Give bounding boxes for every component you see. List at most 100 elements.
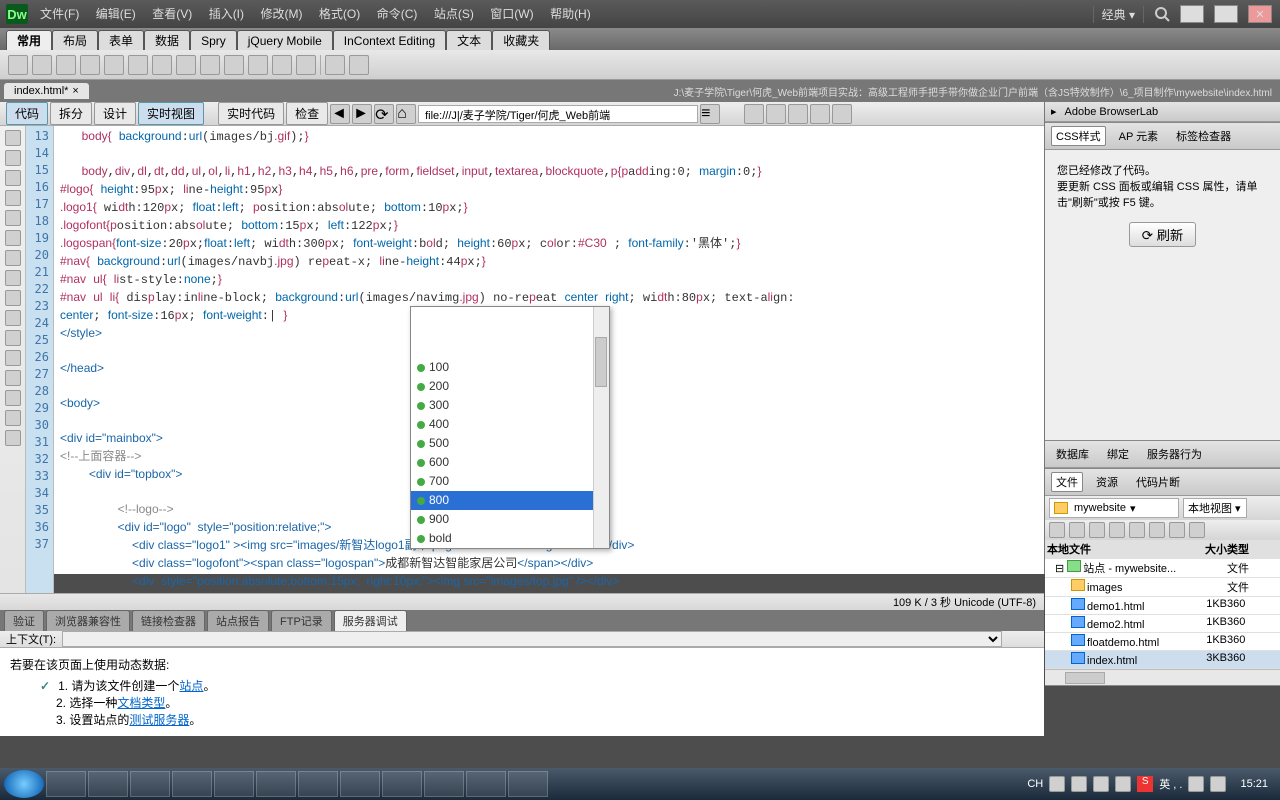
move-css-icon[interactable]	[5, 370, 21, 386]
highlight-icon[interactable]	[5, 250, 21, 266]
tray-icon-2[interactable]	[1071, 776, 1087, 792]
insert-tab-layout[interactable]: 布局	[52, 30, 98, 50]
tab-close-icon[interactable]: ×	[72, 85, 78, 97]
task-ps[interactable]	[466, 771, 506, 797]
file-tree-row[interactable]: ⊟ 站点 - mywebsite...文件	[1045, 559, 1280, 578]
syntax-error-icon[interactable]	[5, 270, 21, 286]
menu-help[interactable]: 帮助(H)	[544, 7, 597, 21]
select-parent-icon[interactable]	[5, 190, 21, 206]
task-browser[interactable]	[88, 771, 128, 797]
insert-tab-jqm[interactable]: jQuery Mobile	[237, 30, 333, 50]
tab-snippets[interactable]: 代码片断	[1131, 472, 1185, 492]
task-other3[interactable]	[382, 771, 422, 797]
tab-files[interactable]: 文件	[1051, 472, 1083, 492]
tab-validate[interactable]: 验证	[4, 610, 44, 631]
task-ppt[interactable]	[298, 771, 338, 797]
document-tab[interactable]: index.html*×	[4, 83, 89, 99]
site-selector[interactable]: mywebsite ▾	[1049, 498, 1179, 518]
comment-icon[interactable]	[248, 55, 268, 75]
menu-file[interactable]: 文件(F)	[34, 7, 85, 21]
insert-tab-spry[interactable]: Spry	[190, 30, 237, 50]
menu-modify[interactable]: 修改(M)	[254, 7, 308, 21]
table-icon[interactable]	[80, 55, 100, 75]
insert-tab-text[interactable]: 文本	[446, 30, 492, 50]
file-tree[interactable]: 本地文件大小类型 ⊟ 站点 - mywebsite...文件 images文件 …	[1045, 540, 1280, 669]
autocomplete-option[interactable]: 600	[411, 453, 609, 472]
tab-site-reports[interactable]: 站点报告	[207, 610, 269, 631]
ssi-icon[interactable]	[224, 55, 244, 75]
date-icon[interactable]	[200, 55, 220, 75]
tray-volume-icon[interactable]	[1188, 776, 1204, 792]
file-mgmt-icon[interactable]	[744, 104, 764, 124]
format-source-icon[interactable]	[5, 430, 21, 446]
connect-icon[interactable]	[1049, 522, 1065, 538]
insert-tab-fav[interactable]: 收藏夹	[492, 30, 550, 50]
site-link[interactable]: 站点	[179, 679, 203, 693]
maximize-button[interactable]: ▭	[1214, 5, 1238, 23]
tray-network-icon[interactable]	[1210, 776, 1226, 792]
insert-tab-ice[interactable]: InContext Editing	[333, 30, 446, 50]
scrollbar[interactable]	[593, 307, 609, 548]
tab-bindings[interactable]: 绑定	[1102, 444, 1134, 464]
ime-extras[interactable]: 英 , .	[1159, 776, 1182, 792]
recent-snippet-icon[interactable]	[5, 350, 21, 366]
live-code-button[interactable]: 实时代码	[218, 102, 284, 125]
preview-icon[interactable]	[766, 104, 786, 124]
checkin-icon[interactable]	[1149, 522, 1165, 538]
check-browser-icon[interactable]	[810, 104, 830, 124]
task-other2[interactable]	[340, 771, 380, 797]
put-icon[interactable]	[1109, 522, 1125, 538]
autocomplete-popup[interactable]: 100200300400500600700800900bold	[410, 306, 610, 549]
tray-icon-1[interactable]	[1049, 776, 1065, 792]
autocomplete-option[interactable]: 500	[411, 434, 609, 453]
task-other1[interactable]	[214, 771, 254, 797]
div-icon[interactable]	[104, 55, 124, 75]
check-button[interactable]: 检查	[286, 102, 328, 125]
tab-ap-elements[interactable]: AP 元素	[1114, 126, 1164, 146]
tab-database[interactable]: 数据库	[1051, 444, 1094, 464]
back-icon[interactable]: ◄	[330, 104, 350, 124]
minimize-button[interactable]: —	[1180, 5, 1204, 23]
testserver-link[interactable]: 测试服务器	[129, 713, 189, 727]
tab-browser-compat[interactable]: 浏览器兼容性	[46, 610, 130, 631]
apply-comment-icon[interactable]	[5, 290, 21, 306]
context-select[interactable]	[62, 631, 1002, 647]
task-dreamweaver[interactable]	[130, 771, 170, 797]
insert-tab-data[interactable]: 数据	[144, 30, 190, 50]
forward-icon[interactable]: ►	[352, 104, 372, 124]
task-other5[interactable]	[508, 771, 548, 797]
tab-server-behaviors[interactable]: 服务器行为	[1142, 444, 1207, 464]
autocomplete-option[interactable]: 400	[411, 415, 609, 434]
home-icon[interactable]: ⌂	[396, 104, 416, 124]
files-hscroll[interactable]	[1045, 669, 1280, 685]
tag-chooser-icon[interactable]	[349, 55, 369, 75]
email-link-icon[interactable]	[32, 55, 52, 75]
wrap-tag-icon[interactable]	[5, 330, 21, 346]
task-qq[interactable]	[256, 771, 296, 797]
autocomplete-option[interactable]: bold	[411, 529, 609, 548]
layout-selector[interactable]: 经典 ▾	[1093, 6, 1144, 23]
tab-ftp-log[interactable]: FTP记录	[271, 610, 332, 631]
indent-icon[interactable]	[5, 390, 21, 406]
get-icon[interactable]	[1089, 522, 1105, 538]
file-tree-row[interactable]: floatdemo.html1KB360	[1045, 633, 1280, 651]
tray-sogou-icon[interactable]: S	[1137, 776, 1153, 792]
search-icon[interactable]	[1154, 6, 1170, 22]
insert-tab-common[interactable]: 常用	[6, 30, 52, 50]
menu-site[interactable]: 站点(S)	[428, 7, 480, 21]
start-button[interactable]	[4, 770, 44, 798]
code-editor[interactable]: body{ background:url(images/bj.gif);} bo…	[54, 126, 1044, 593]
doctype-link[interactable]: 文档类型	[117, 696, 165, 710]
checkout-icon[interactable]	[1129, 522, 1145, 538]
visual-aids-icon[interactable]	[832, 104, 852, 124]
tab-css-styles[interactable]: CSS样式	[1051, 126, 1106, 146]
autocomplete-option[interactable]: 700	[411, 472, 609, 491]
file-tree-row[interactable]: demo2.html1KB360	[1045, 615, 1280, 633]
tab-server-debug[interactable]: 服务器调试	[334, 610, 407, 631]
ft-refresh-icon[interactable]	[1069, 522, 1085, 538]
insert-tab-forms[interactable]: 表单	[98, 30, 144, 50]
open-doc-icon[interactable]	[5, 130, 21, 146]
tab-assets[interactable]: 资源	[1091, 472, 1123, 492]
menu-window[interactable]: 窗口(W)	[484, 7, 539, 21]
ime-indicator[interactable]: CH	[1027, 778, 1043, 790]
